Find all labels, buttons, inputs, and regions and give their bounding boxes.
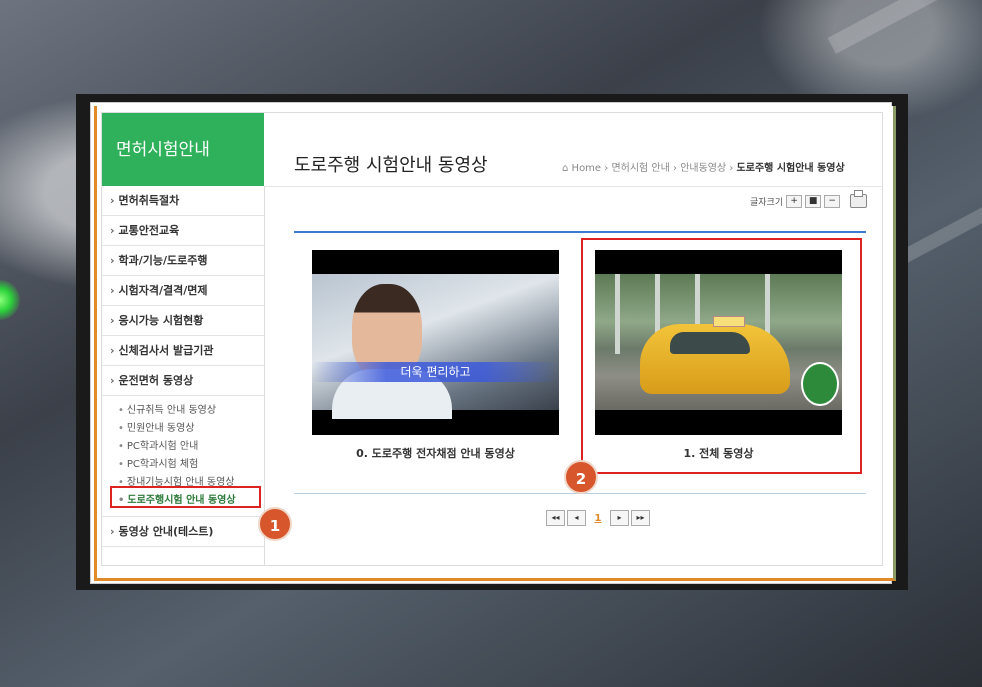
chevron-right-icon: ›	[110, 284, 115, 297]
background-glow	[0, 280, 20, 320]
step-badge-1: 1	[258, 507, 292, 541]
breadcrumb-current: 도로주행 시험안내 동영상	[736, 163, 845, 174]
bullet-icon: •	[118, 441, 124, 452]
sidebar-item-medical[interactable]: › 신체검사서 발급기관	[102, 336, 264, 366]
font-size-label: 글자크기	[750, 198, 784, 208]
pagination-first-button[interactable]: ◂◂	[546, 510, 565, 526]
sidebar-item-label: 학과/기능/도로주행	[118, 254, 208, 267]
bullet-icon: •	[118, 423, 124, 434]
sidebar-subitem-label: PC학과시험 안내	[126, 441, 199, 452]
highlight-box-video	[581, 238, 862, 474]
sidebar-item-license-procedure[interactable]: › 면허취득절차	[102, 186, 264, 216]
home-icon: ⌂	[562, 163, 569, 174]
sidebar-subitem[interactable]: • PC학과시험 체험	[118, 456, 264, 474]
sidebar-item-video-test[interactable]: › 동영상 안내(테스트)	[102, 517, 264, 547]
page-content: 면허시험안내 › 면허취득절차 › 교통안전교육 › 학과/기능/도로주행 › 시험자격…	[101, 112, 883, 566]
pagination-last-button[interactable]: ▸▸	[631, 510, 650, 526]
video-thumbnail-0[interactable]: 더욱 편리하고	[312, 250, 559, 435]
sidebar-item-label: 신체검사서 발급기관	[118, 344, 214, 357]
font-size-control: 글자크기 + ■ −	[750, 195, 841, 208]
chevron-right-icon: ›	[110, 374, 115, 387]
breadcrumb-level1[interactable]: 면허시험 안내	[611, 163, 669, 174]
pagination-next-button[interactable]: ▸	[610, 510, 629, 526]
highlight-box-sidebar	[110, 486, 261, 508]
background-streak	[827, 0, 982, 54]
bullet-icon: •	[118, 405, 124, 416]
pagination-prev-button[interactable]: ◂	[567, 510, 586, 526]
sidebar-item-label: 동영상 안내(테스트)	[118, 525, 214, 538]
video-scene: 더욱 편리하고	[312, 274, 559, 419]
chevron-right-icon: ›	[110, 314, 115, 327]
sidebar-subitem[interactable]: • PC학과시험 안내	[118, 438, 264, 456]
font-increase-button[interactable]: +	[786, 195, 803, 208]
content-top-divider	[294, 231, 866, 233]
chevron-right-icon: ›	[110, 194, 115, 207]
header-divider	[265, 186, 882, 187]
pagination: ◂◂ ◂ 1 ▸ ▸▸	[546, 510, 650, 526]
sidebar-item-label: 면허취득절차	[118, 194, 180, 207]
sidebar-subitem[interactable]: • 민원안내 동영상	[118, 420, 264, 438]
sidebar-title: 면허시험안내	[116, 140, 210, 160]
font-reset-button[interactable]: ■	[805, 195, 822, 208]
print-icon[interactable]	[850, 190, 867, 208]
breadcrumb-home[interactable]: Home	[572, 163, 602, 174]
chevron-right-icon: ›	[110, 344, 115, 357]
sidebar-item-label: 운전면허 동영상	[118, 374, 194, 387]
sidebar-item-exam-status[interactable]: › 응시가능 시험현황	[102, 306, 264, 336]
sidebar-item-videos[interactable]: › 운전면허 동영상	[102, 366, 264, 396]
sidebar-subitem[interactable]: • 신규취득 안내 동영상	[118, 402, 264, 420]
sidebar-item-label: 교통안전교육	[118, 224, 180, 237]
video-overlay-caption: 더욱 편리하고	[312, 362, 559, 382]
sidebar-subitem-label: PC학과시험 체험	[126, 459, 199, 470]
chevron-right-icon: ›	[110, 525, 115, 538]
breadcrumb-level2[interactable]: 안내동영상	[680, 163, 726, 174]
sidebar-item-qualification[interactable]: › 시험자격/결격/면제	[102, 276, 264, 306]
breadcrumb: ⌂ Home › 면허시험 안내 › 안내동영상 › 도로주행 시험안내 동영상	[562, 163, 845, 174]
step-badge-2: 2	[564, 460, 598, 494]
sidebar-item-traffic-safety[interactable]: › 교통안전교육	[102, 216, 264, 246]
font-decrease-button[interactable]: −	[824, 195, 841, 208]
video-title-0[interactable]: 0. 도로주행 전자채점 안내 동영상	[312, 445, 559, 461]
sidebar-nav: › 면허취득절차 › 교통안전교육 › 학과/기능/도로주행 › 시험자격/결격/면제 …	[102, 186, 265, 565]
pagination-current-page[interactable]: 1	[588, 513, 608, 524]
sidebar-header: 면허시험안내	[102, 113, 264, 186]
sidebar-item-exams[interactable]: › 학과/기능/도로주행	[102, 246, 264, 276]
sidebar-subitem-label: 신규취득 안내 동영상	[126, 405, 217, 416]
chevron-right-icon: ›	[110, 224, 115, 237]
bullet-icon: •	[118, 459, 124, 470]
chevron-right-icon: ›	[110, 254, 115, 267]
sidebar-item-label: 시험자격/결격/면제	[118, 284, 208, 297]
sidebar-subitem-label: 민원안내 동영상	[126, 423, 195, 434]
sidebar-item-label: 응시가능 시험현황	[118, 314, 204, 327]
page-title: 도로주행 시험안내 동영상	[294, 155, 488, 176]
